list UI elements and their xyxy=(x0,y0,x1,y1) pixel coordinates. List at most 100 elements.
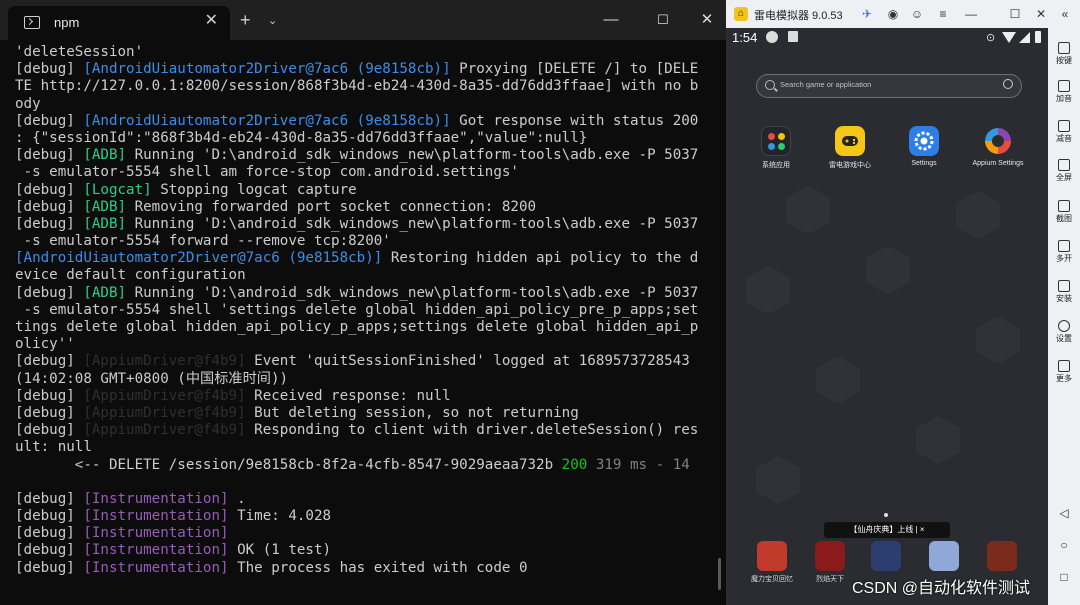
app-system-apps[interactable]: 系统应用 xyxy=(744,126,808,170)
new-tab-button[interactable]: + xyxy=(240,10,251,30)
terminal-line: [debug] [AppiumDriver@f4b9] Responding t… xyxy=(15,422,705,439)
terminal-segment: Running 'D:\android_sdk_windows_new\plat… xyxy=(126,284,699,301)
maximize-button[interactable]: ☐ xyxy=(648,7,678,33)
sidebar-item-settings[interactable]: 设置 xyxy=(1048,320,1080,344)
terminal-segment: [AppiumDriver@f4b9] xyxy=(83,353,246,370)
terminal-tab-title: npm xyxy=(54,15,80,30)
sidebar-item-volume-up[interactable]: 加音 xyxy=(1048,80,1080,104)
recents-icon[interactable]: □ xyxy=(1048,570,1080,584)
terminal-line: [debug] [ADB] Running 'D:\android_sdk_wi… xyxy=(15,285,705,302)
game-item[interactable]: 魔力宝贝回忆 xyxy=(750,541,794,584)
sidebar-item-volume-down[interactable]: 减音 xyxy=(1048,120,1080,144)
terminal-segment: [debug] xyxy=(15,198,84,215)
tab-dropdown-button[interactable]: ⌄ xyxy=(268,12,277,30)
page-indicator-dot xyxy=(884,513,888,517)
terminal-segment: olicy'' xyxy=(15,336,75,353)
settings-gear-icon xyxy=(909,126,939,156)
search-bar[interactable]: Search game or application xyxy=(756,74,1022,98)
app-game-center[interactable]: 雷电游戏中心 xyxy=(818,126,882,170)
terminal-segment: ody xyxy=(15,95,41,112)
ldplayer-logo-icon: ⌂ xyxy=(734,7,748,21)
terminal-line: [debug] [AppiumDriver@f4b9] But deleting… xyxy=(15,405,705,422)
terminal-segment: But deleting session, so not returning xyxy=(245,404,579,421)
user-icon[interactable]: ☺ xyxy=(908,5,926,23)
hexagon-background xyxy=(746,186,1020,504)
sidebar-label: 按键 xyxy=(1056,56,1072,65)
terminal-segment: [ADB] xyxy=(83,147,127,164)
search-target-icon[interactable] xyxy=(1003,79,1013,89)
sidebar-item-multi[interactable]: 多开 xyxy=(1048,240,1080,264)
app-label: 系统应用 xyxy=(762,162,790,169)
game-icon xyxy=(815,541,845,571)
terminal-segment: [debug] xyxy=(15,422,84,439)
game-item[interactable]: 烈焰天下 xyxy=(808,541,852,584)
close-tab-icon[interactable]: ✕ xyxy=(205,11,218,31)
terminal-segment: TE http://127.0.0.1:8200/session/868f3b4… xyxy=(15,78,699,95)
terminal-line: [debug] [AndroidUiautomator2Driver@7ac6 … xyxy=(15,113,705,130)
terminal-segment: [AndroidUiautomator2Driver@7ac6 (9e8158c… xyxy=(15,250,383,267)
terminal-segment: [debug] xyxy=(15,404,84,421)
terminal-segment: [debug] xyxy=(15,215,84,232)
terminal-segment: [Instrumentation] xyxy=(83,508,229,525)
settings-icon xyxy=(1058,320,1070,332)
terminal-line: [debug] [ADB] Running 'D:\android_sdk_wi… xyxy=(15,147,705,164)
terminal-segment: Received response: null xyxy=(245,387,451,404)
sidebar-item-fullscreen[interactable]: 全屏 xyxy=(1048,159,1080,183)
app-appium-settings[interactable]: Appium Settings xyxy=(966,126,1030,167)
menu-icon[interactable]: ≡ xyxy=(934,5,952,23)
terminal-segment: Event 'quitSessionFinished' logged at 16… xyxy=(245,353,690,370)
gamepad-icon[interactable]: ◉ xyxy=(884,5,902,23)
game-icon xyxy=(987,541,1017,571)
collapse-icon[interactable]: « xyxy=(1056,5,1074,23)
game-item[interactable] xyxy=(864,541,908,571)
terminal-output[interactable]: 'deleteSession' [debug] [AndroidUiautomat… xyxy=(15,44,705,577)
terminal-segment: [debug] xyxy=(15,112,84,129)
battery-icon xyxy=(1035,31,1041,43)
terminal-line: [debug] [AppiumDriver@f4b9] Event 'quitS… xyxy=(15,353,705,370)
terminal-line: [AndroidUiautomator2Driver@7ac6 (9e8158c… xyxy=(15,250,705,267)
game-item[interactable] xyxy=(922,541,966,571)
terminal-segment: [ADB] xyxy=(83,284,127,301)
terminal-segment: Running 'D:\android_sdk_windows_new\plat… xyxy=(126,215,699,232)
sidebar-item-install[interactable]: 安装 xyxy=(1048,280,1080,304)
sidebar-item-screenshot[interactable]: 截图 xyxy=(1048,200,1080,224)
search-placeholder: Search game or application xyxy=(780,80,872,89)
game-item[interactable] xyxy=(980,541,1024,571)
close-window-button[interactable]: ✕ xyxy=(692,7,722,33)
game-icon xyxy=(871,541,901,571)
scissors-icon xyxy=(1058,200,1070,212)
terminal-line: [debug] [AndroidUiautomator2Driver@7ac6 … xyxy=(15,61,705,78)
terminal-line: tings delete global hidden_api_policy_p_… xyxy=(15,319,705,336)
terminal-segment: [debug] xyxy=(15,147,84,164)
home-icon[interactable]: ○ xyxy=(1048,538,1080,552)
rocket-icon[interactable]: ✈ xyxy=(858,5,876,23)
terminal-segment: evice default configuration xyxy=(15,267,246,284)
terminal-line: olicy'' xyxy=(15,336,705,353)
terminal-icon xyxy=(24,16,40,29)
notification-a-icon xyxy=(788,31,798,42)
terminal-segment: Got response with status 200 xyxy=(450,112,699,129)
appium-icon xyxy=(983,126,1013,156)
sidebar-item-more[interactable]: 更多 xyxy=(1048,360,1080,384)
sidebar-item-keys[interactable]: 按键 xyxy=(1048,42,1080,66)
android-screen[interactable]: 1:54 ⊙ Search game or application 系统应用 雷… xyxy=(726,28,1048,605)
multi-instance-icon xyxy=(1058,240,1070,252)
terminal-line: (14:02:08 GMT+0800 (中国标准时间)) xyxy=(15,371,705,388)
sidebar-label: 全屏 xyxy=(1056,173,1072,182)
terminal-tab[interactable]: npm ✕ xyxy=(8,6,230,40)
terminal-segment: [Instrumentation] xyxy=(83,490,229,507)
terminal-line: ult: null xyxy=(15,439,705,456)
back-icon[interactable]: ◁ xyxy=(1048,506,1080,520)
emulator-title: 雷电模拟器 9.0.53 xyxy=(754,10,843,22)
restore-icon[interactable]: ☐ xyxy=(1006,5,1024,23)
android-status-bar: 1:54 ⊙ xyxy=(726,28,1048,50)
close-icon[interactable]: ✕ xyxy=(1032,5,1050,23)
minimize-icon[interactable]: — xyxy=(962,5,980,23)
terminal-scrollbar[interactable] xyxy=(718,558,721,590)
app-settings[interactable]: Settings xyxy=(892,126,956,167)
promo-banner[interactable]: 【仙舟庆典】上线 | × xyxy=(824,522,950,538)
terminal-segment: [debug] xyxy=(15,525,84,542)
terminal-window: npm ✕ + ⌄ — ☐ ✕ 'deleteSession' [debug] [… xyxy=(0,0,726,605)
terminal-line: <-- DELETE /session/9e8158cb-8f2a-4cfb-8… xyxy=(15,457,705,474)
minimize-button[interactable]: — xyxy=(596,7,626,33)
